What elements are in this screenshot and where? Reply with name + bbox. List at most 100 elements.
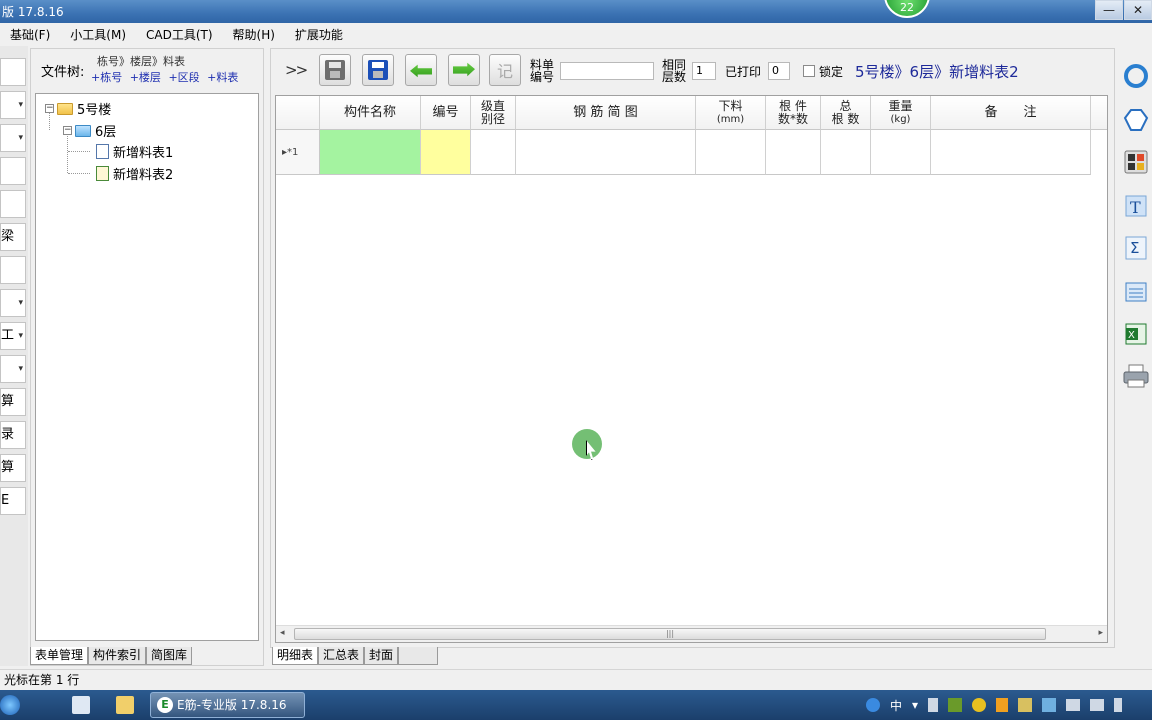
add-tray-icon[interactable]	[972, 698, 987, 712]
octagon-icon[interactable]	[1122, 106, 1150, 134]
col-rebar-diagram[interactable]: 钢 筋 简 图	[516, 96, 696, 130]
cell-weight[interactable]	[871, 130, 931, 175]
calculator-icon[interactable]	[1122, 148, 1150, 176]
tab-diagram-library[interactable]: 简图库	[146, 647, 193, 665]
col-weight[interactable]: 重量 (kg)	[871, 96, 931, 130]
ring-icon[interactable]	[1122, 62, 1150, 90]
volume-icon[interactable]	[1090, 699, 1105, 711]
expand-toggle[interactable]: >>	[285, 61, 308, 79]
menu-extensions[interactable]: 扩展功能	[285, 26, 353, 43]
taskbar-app-estirrup[interactable]: E E筋-专业版 17.8.16	[150, 692, 305, 718]
printer-icon[interactable]	[1122, 362, 1150, 390]
tree-node-sheet2[interactable]: 新增料表2	[96, 164, 173, 183]
tab-summary-sheet[interactable]: 汇总表	[318, 647, 365, 665]
tab-detail-sheet[interactable]: 明细表	[272, 647, 319, 665]
col-extra[interactable]	[1091, 96, 1107, 130]
side-button-e[interactable]: E	[0, 487, 26, 515]
quicklaunch-doc-icon[interactable]	[72, 696, 90, 714]
notification-badge[interactable]: 22	[884, 0, 930, 18]
menu-basic[interactable]: 基础(F)	[0, 26, 60, 43]
lock-checkbox[interactable]	[803, 65, 815, 77]
tree-node-building[interactable]: − 5号楼	[45, 99, 111, 118]
cell-count-pieces[interactable]	[766, 130, 821, 175]
redo-button[interactable]	[448, 54, 480, 86]
tray-app-icon[interactable]	[1018, 698, 1033, 712]
record-button[interactable]: 记	[489, 54, 521, 86]
undo-button[interactable]	[405, 54, 437, 86]
scroll-thumb[interactable]: |||	[294, 628, 1046, 640]
file-tree-panel: 文件树: 栋号》楼层》料表 +栋号 +楼层 +区段 +料表 − 5号楼 − 6层…	[30, 48, 264, 666]
side-field-1[interactable]	[0, 58, 26, 86]
save-button[interactable]	[319, 54, 351, 86]
quicklaunch-folder-icon[interactable]	[116, 696, 134, 714]
menu-tools[interactable]: 小工具(M)	[60, 26, 136, 43]
cell-remarks[interactable]	[931, 130, 1091, 175]
menu-cad[interactable]: CAD工具(T)	[136, 26, 223, 43]
scroll-right-icon[interactable]: ▸	[1098, 628, 1103, 638]
add-floor-link[interactable]: +楼层	[130, 71, 161, 84]
scroll-left-icon[interactable]: ◂	[280, 628, 285, 638]
side-dropdown-4[interactable]: 工	[0, 322, 26, 350]
save-all-button[interactable]	[362, 54, 394, 86]
text-icon[interactable]: T	[1122, 192, 1150, 220]
row-marker[interactable]: ▸*1	[276, 130, 320, 175]
side-field-4[interactable]	[0, 256, 26, 284]
add-sheet-link[interactable]: +料表	[207, 71, 238, 84]
search-tray-icon[interactable]	[866, 698, 880, 712]
gpu-tray-icon[interactable]	[948, 698, 963, 712]
tab-cover[interactable]: 封面	[364, 647, 399, 665]
breadcrumb: 5号楼》6层》新增料表2	[855, 63, 1019, 81]
side-button-beam[interactable]: 梁	[0, 223, 26, 251]
side-field-2[interactable]	[0, 157, 26, 185]
col-cut-length[interactable]: 下料 (mm)	[696, 96, 766, 130]
sheet-no-input[interactable]	[560, 62, 654, 80]
cell-rebar-diagram[interactable]	[516, 130, 696, 175]
horizontal-scrollbar[interactable]: ◂ ||| ▸	[276, 625, 1107, 642]
same-floors-label-2: 层数	[662, 70, 687, 84]
tab-form-management[interactable]: 表单管理	[30, 647, 89, 665]
tree-node-sheet1[interactable]: 新增料表1	[96, 142, 173, 161]
sync-tray-icon[interactable]	[996, 698, 1009, 712]
same-floors-input[interactable]: 1	[692, 62, 716, 80]
cell-component-name[interactable]	[320, 130, 421, 175]
title-bar: 版 17.8.16 22 — ✕	[0, 0, 1152, 23]
signal-icon[interactable]	[1066, 699, 1081, 711]
list-icon[interactable]	[1122, 278, 1150, 306]
col-code[interactable]: 编号	[421, 96, 471, 130]
side-dropdown-2[interactable]	[0, 124, 26, 152]
side-dropdown-1[interactable]	[0, 91, 26, 119]
col-count-pieces[interactable]: 根 件 数*数	[766, 96, 821, 130]
cell-grade-diameter[interactable]	[471, 130, 516, 175]
cell-total-count[interactable]	[821, 130, 871, 175]
tab-component-index[interactable]: 构件索引	[88, 647, 147, 665]
cell-cut-length[interactable]	[696, 130, 766, 175]
tray-expand[interactable]: ▾	[912, 698, 918, 712]
tree-node-floor[interactable]: − 6层	[63, 121, 116, 140]
bluetooth-icon[interactable]	[928, 698, 939, 712]
side-button-calc-2[interactable]: 算	[0, 454, 26, 482]
sum-icon[interactable]: Σ	[1122, 234, 1150, 262]
add-section-link[interactable]: +区段	[168, 71, 199, 84]
side-dropdown-5[interactable]	[0, 355, 26, 383]
collapse-icon[interactable]: −	[45, 104, 54, 113]
col-remarks[interactable]: 备 注	[931, 96, 1091, 130]
col-component-name[interactable]: 构件名称	[320, 96, 421, 130]
minimize-button[interactable]: —	[1095, 0, 1123, 20]
tray-app2-icon[interactable]	[1042, 698, 1057, 712]
menu-help[interactable]: 帮助(H)	[223, 26, 285, 43]
battery-icon[interactable]	[1114, 698, 1123, 712]
side-field-3[interactable]	[0, 190, 26, 218]
excel-icon[interactable]: X	[1122, 320, 1150, 348]
start-icon[interactable]	[0, 695, 20, 715]
col-grade-diameter[interactable]: 级直 别径	[471, 96, 516, 130]
document-icon	[96, 144, 109, 159]
side-button-record[interactable]: 录	[0, 421, 26, 449]
collapse-icon[interactable]: −	[63, 126, 72, 135]
close-button[interactable]: ✕	[1124, 0, 1152, 20]
add-building-link[interactable]: +栋号	[91, 71, 122, 84]
side-dropdown-3[interactable]	[0, 289, 26, 317]
cell-code[interactable]	[421, 130, 471, 175]
ime-indicator[interactable]: 中	[890, 697, 902, 714]
col-total-count[interactable]: 总 根 数	[821, 96, 871, 130]
side-button-calc-1[interactable]: 算	[0, 388, 26, 416]
